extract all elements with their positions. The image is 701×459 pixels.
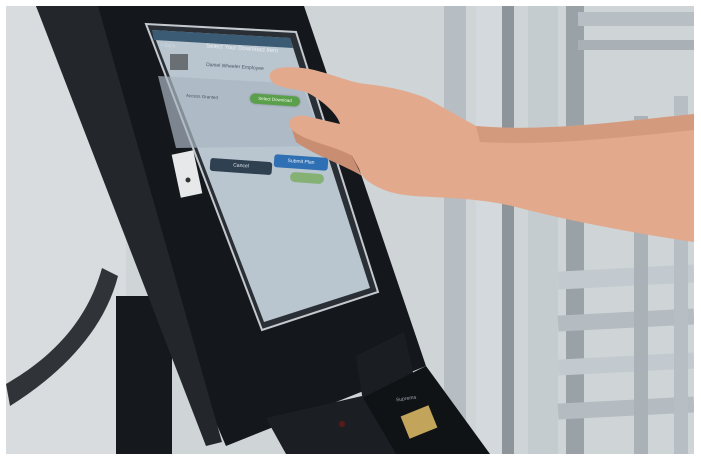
- gate-post-1: [444, 6, 466, 454]
- gate-bar: [578, 40, 694, 50]
- gate-post-4: [566, 6, 584, 454]
- reader-led: [185, 177, 191, 183]
- gate-post-2: [476, 6, 502, 454]
- gate-post-shadow: [502, 6, 514, 454]
- avatar: [170, 54, 188, 70]
- gate-bar-top: [578, 12, 694, 26]
- gate-post-3: [528, 6, 558, 454]
- scene: [6, 6, 694, 454]
- back-link[interactable]: < Back: [160, 42, 176, 49]
- photo-frame: < Back Select Your Download Item Daniel …: [6, 6, 694, 454]
- status-led: [339, 421, 345, 427]
